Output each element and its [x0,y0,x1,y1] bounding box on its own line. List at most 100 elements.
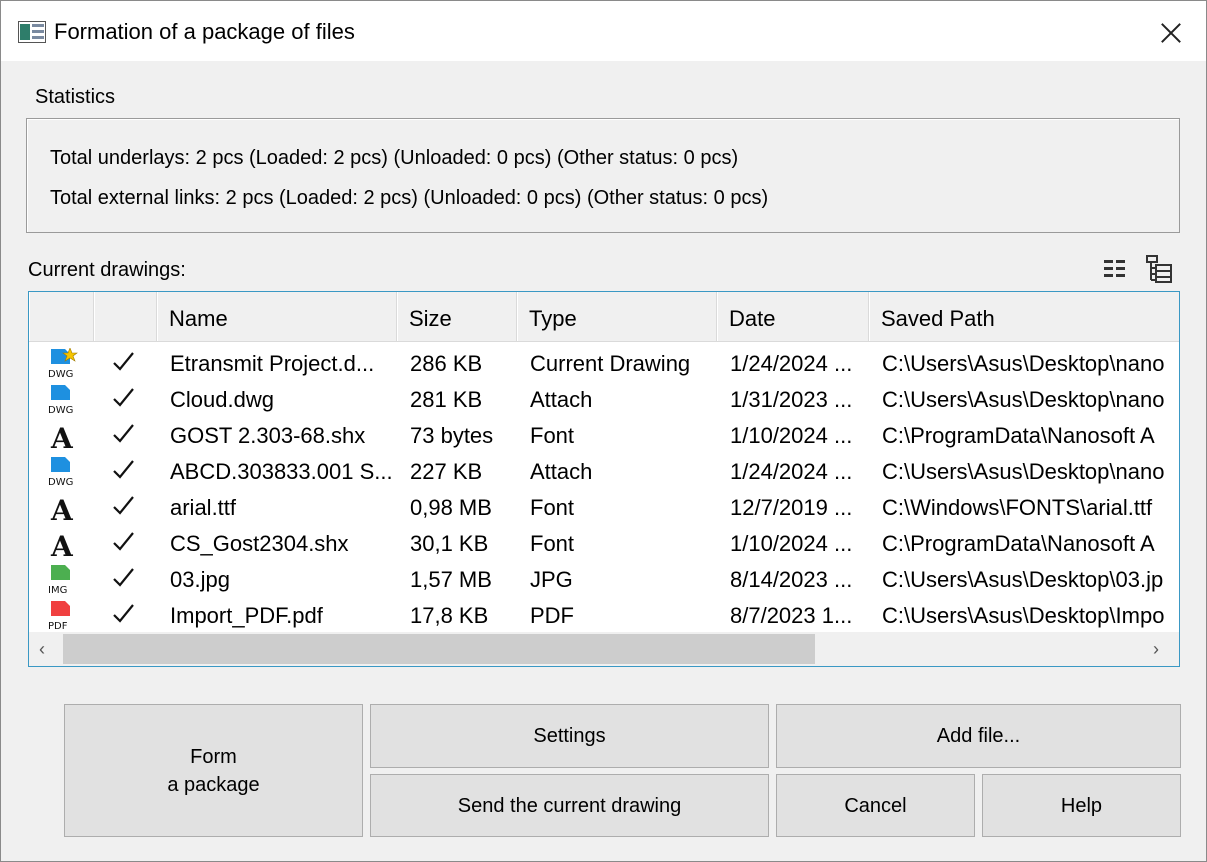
table-row[interactable]: DWG ABCD.303833.001 S... 227 KB Attach 1/24/… [29,454,1179,490]
title-bar: Formation of a package of files [1,1,1206,61]
cell-type: PDF [530,603,574,628]
cell-size: 30,1 KB [410,531,489,556]
current-drawing-icon: DWG [48,348,78,380]
checkmark-icon[interactable] [112,422,136,446]
help-label: Help [1060,794,1103,817]
cell-path: C:\Users\Asus\Desktop\nano [882,459,1165,484]
table-row[interactable]: Aarial.ttf 0,98 MB Font 12/7/2019 ... C:\Win… [29,490,1179,526]
cell-type: Font [530,495,575,520]
cell-type: Font [530,531,575,556]
checkmark-icon[interactable] [112,602,136,626]
table-row[interactable]: DWG Etransmit Project.d... 286 KB Current D… [29,346,1179,382]
cell-size: 286 KB [410,351,483,376]
statistics-label: Statistics [35,86,116,108]
cell-type: Attach [530,459,593,484]
cancel-label: Cancel [844,794,907,817]
window-app-icon [18,21,46,43]
cell-date: 8/7/2023 1... [730,603,853,628]
cell-path: C:\Windows\FONTS\arial.ttf [882,495,1153,520]
cell-date: 1/31/2023 ... [730,387,853,412]
statistics-external-links: Total external links: 2 pcs (Loaded: 2 p… [50,187,769,209]
cell-size: 1,57 MB [410,567,492,592]
scrollbar-thumb[interactable] [63,634,815,664]
cell-date: 1/24/2024 ... [730,351,853,376]
cell-path: C:\Users\Asus\Desktop\nano [882,351,1165,376]
cell-name: Cloud.dwg [170,387,274,412]
pdf-file-icon: PDF [48,601,70,632]
cell-name: Etransmit Project.d... [170,351,375,376]
cell-path: C:\Users\Asus\Desktop\nano [882,387,1165,412]
font-file-icon: A [50,530,74,560]
cell-size: 17,8 KB [410,603,489,628]
cell-name: Import_PDF.pdf [170,603,323,628]
cell-type: Current Drawing [530,351,691,376]
cell-type: Font [530,423,575,448]
cell-date: 1/24/2024 ... [730,459,853,484]
checkmark-icon[interactable] [112,566,136,590]
cell-name: ABCD.303833.001 S... [170,459,393,484]
checkmark-icon[interactable] [112,350,136,374]
form-package-label: Form a package [167,745,260,796]
cell-date: 1/10/2024 ... [730,423,853,448]
send-current-drawing-button[interactable]: Send the current drawing [370,774,769,837]
table-row[interactable]: DWG Cloud.dwg 281 KB Attach 1/31/2023 ... C:\… [29,382,1179,418]
tree-view-icon[interactable] [1144,254,1174,284]
table-row[interactable]: IMG 03.jpg 1,57 MB JPG 8/14/2023 ... C:\Users… [29,562,1179,598]
checkmark-icon[interactable] [112,494,136,518]
font-file-icon: A [50,494,74,524]
files-table[interactable]: Name Size Type Date Saved Path DWG Etrans… [28,291,1180,667]
cell-path: C:\ProgramData\Nanosoft A [882,531,1155,556]
column-header-check[interactable] [94,292,157,342]
cell-name: GOST 2.303-68.shx [170,423,366,448]
help-button[interactable]: Help [982,774,1181,837]
close-icon[interactable] [1147,9,1195,57]
table-row[interactable]: A GOST 2.303-68.shx 73 bytes Font 1/10/2024 … [29,418,1179,454]
cell-size: 0,98 MB [410,495,492,520]
checkmark-icon[interactable] [112,386,136,410]
table-row[interactable]: PDF Import_PDF.pdf 17,8 KB PDF 8/7/2023 1...… [29,598,1179,634]
add-file-button[interactable]: Add file... [776,704,1181,768]
scroll-right-arrow[interactable]: › [1153,640,1159,658]
cancel-button[interactable]: Cancel [776,774,975,837]
svg-text:A: A [50,422,74,452]
column-header-size[interactable]: Size [397,292,517,342]
dwg-file-icon: DWG [48,385,73,416]
table-row[interactable]: A CS_Gost2304.shx 30,1 KB Font 1/10/2024 ...… [29,526,1179,562]
horizontal-scrollbar[interactable]: ‹ › [29,632,1179,666]
cell-name: arial.ttf [170,495,237,520]
send-current-drawing-label: Send the current drawing [457,794,682,817]
form-package-button[interactable]: Form a package [64,704,363,837]
statistics-box: Total underlays: 2 pcs (Loaded: 2 pcs) (… [26,118,1180,233]
settings-label: Settings [533,725,606,747]
cell-date: 8/14/2023 ... [730,567,853,592]
dialog-window: Formation of a package of files Statisti… [0,0,1207,862]
list-view-icon[interactable] [1101,254,1131,284]
settings-button[interactable]: Settings [370,704,769,768]
scroll-left-arrow[interactable]: ‹ [39,640,45,658]
cell-path: C:\Users\Asus\Desktop\Impo [882,603,1165,628]
svg-text:PDF: PDF [48,621,68,632]
cell-type: JPG [530,567,573,592]
cell-type: Attach [530,387,593,412]
window-title: Formation of a package of files [54,19,355,44]
column-header-type[interactable]: Type [517,292,717,342]
svg-text:IMG: IMG [48,585,67,596]
column-header-name[interactable]: Name [157,292,397,342]
svg-text:DWG: DWG [48,405,73,416]
column-header-icon[interactable] [29,292,94,342]
checkmark-icon[interactable] [112,530,136,554]
cell-size: 281 KB [410,387,483,412]
cell-size: 227 KB [410,459,483,484]
cell-date: 12/7/2019 ... [730,495,853,520]
column-header-saved-path[interactable]: Saved Path [869,292,1179,342]
add-file-label: Add file... [936,725,1021,747]
cell-name: 03.jpg [170,567,230,592]
checkmark-icon[interactable] [112,458,136,482]
cell-date: 1/10/2024 ... [730,531,853,556]
current-drawings-label: Current drawings: [28,259,186,281]
column-header-date[interactable]: Date [717,292,869,342]
cell-name: CS_Gost2304.shx [170,531,349,556]
table-header: Name Size Type Date Saved Path [29,292,1179,342]
statistics-underlays: Total underlays: 2 pcs (Loaded: 2 pcs) (… [50,147,739,169]
font-file-icon: A [50,422,74,452]
